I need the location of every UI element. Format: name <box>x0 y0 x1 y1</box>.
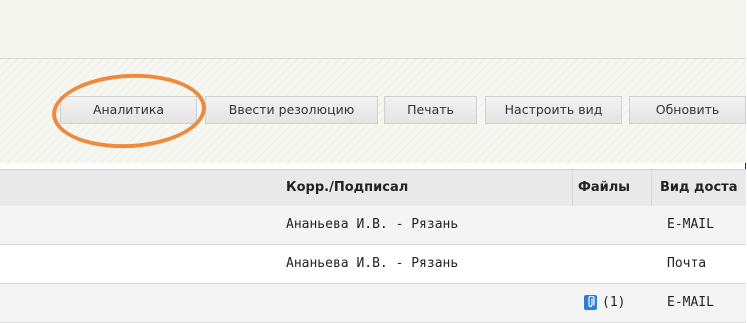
table-row[interactable]: (1) E-MAIL <box>0 284 746 323</box>
cell-files <box>590 206 650 244</box>
cell-delivery: E-MAIL <box>667 295 714 310</box>
column-header-delivery[interactable]: Вид доста <box>660 170 746 206</box>
cell-files: (1) <box>584 284 650 322</box>
column-header-files[interactable]: Файлы <box>578 170 648 206</box>
print-button[interactable]: Печать <box>384 96 477 124</box>
column-separator <box>572 170 573 206</box>
cell-corr: Ананьева И.В. - Рязань <box>286 217 459 232</box>
cell-corr: Ананьева И.В. - Рязань <box>286 256 459 271</box>
document-list-panel: Аналитика Ввести резолюцию Печать Настро… <box>0 0 746 323</box>
paperclip-icon[interactable] <box>584 295 597 310</box>
enter-resolution-button[interactable]: Ввести резолюцию <box>205 96 378 124</box>
column-header-corr[interactable]: Корр./Подписал <box>286 170 566 206</box>
table-row[interactable]: Ананьева И.В. - Рязань E-MAIL <box>0 206 746 245</box>
attachment-count[interactable]: (1) <box>602 295 625 310</box>
table-header: Корр./Подписал Файлы Вид доста <box>0 169 746 207</box>
table-row[interactable]: Ананьева И.В. - Рязань Почта <box>0 245 746 284</box>
cell-corr <box>286 284 566 322</box>
analytics-button[interactable]: Аналитика <box>60 96 197 124</box>
cell-delivery: E-MAIL <box>667 217 714 232</box>
configure-view-button[interactable]: Настроить вид <box>485 96 622 124</box>
column-separator <box>651 170 652 206</box>
cell-delivery: Почта <box>667 256 707 271</box>
cell-files <box>590 245 650 283</box>
refresh-button[interactable]: Обновить <box>629 96 746 124</box>
top-bar <box>0 0 746 59</box>
